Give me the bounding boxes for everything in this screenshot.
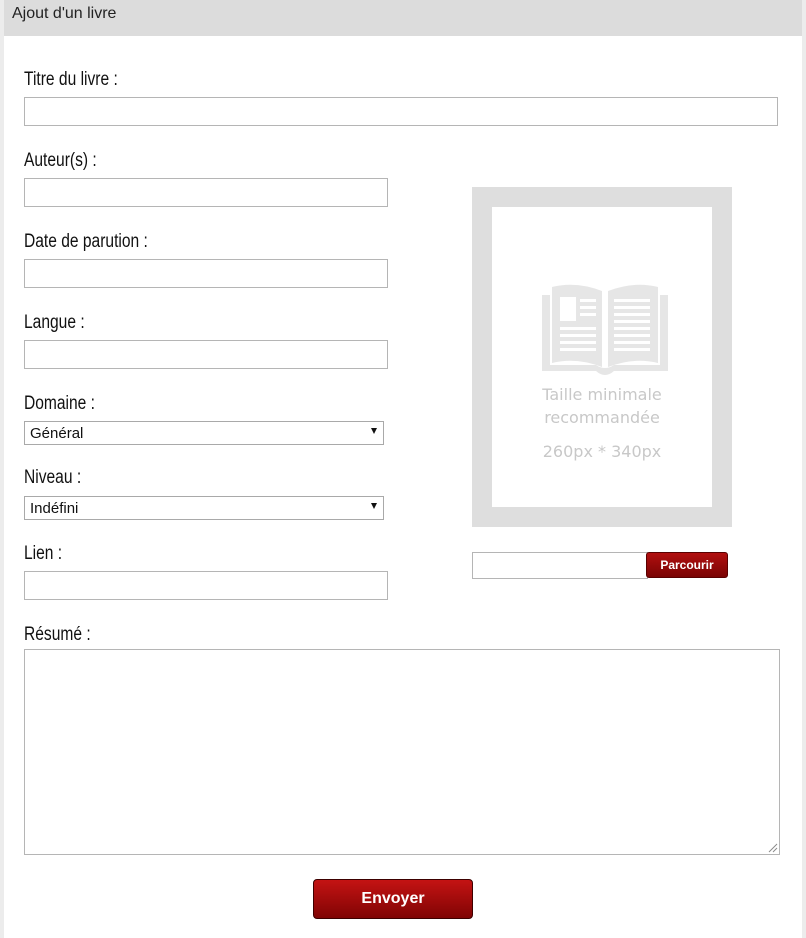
title-label: Titre du livre : — [24, 69, 118, 90]
panel-title: Ajout d'un livre — [12, 5, 117, 22]
cover-hint-line1: Taille minimale — [542, 385, 662, 404]
open-book-icon — [542, 284, 668, 375]
publication-date-input[interactable] — [24, 259, 388, 288]
dropdown-arrow-icon — [371, 503, 377, 509]
title-input[interactable] — [24, 97, 778, 126]
publication-date-label: Date de parution : — [24, 231, 148, 252]
domain-label: Domaine : — [24, 393, 96, 414]
cover-hint-size: 260px * 340px — [542, 442, 662, 461]
panel-header: Ajout d'un livre — [4, 0, 802, 36]
add-book-panel: Ajout d'un livre Titre du livre : Auteur… — [4, 0, 802, 938]
authors-label: Auteur(s) : — [24, 150, 97, 171]
browse-button[interactable]: Parcourir — [646, 552, 728, 578]
cover-image-placeholder: Taille minimale recommandée 260px * 340p… — [472, 187, 732, 527]
language-input[interactable] — [24, 340, 388, 369]
resize-grip-icon[interactable] — [768, 843, 778, 853]
level-select-value: Indéfini — [30, 500, 79, 517]
level-label: Niveau : — [24, 467, 82, 488]
dropdown-arrow-icon — [371, 428, 377, 434]
domain-select-value: Général — [30, 425, 84, 442]
authors-input[interactable] — [24, 178, 388, 207]
link-label: Lien : — [24, 543, 63, 564]
submit-button[interactable]: Envoyer — [313, 879, 473, 919]
cover-hint-line2: recommandée — [544, 408, 660, 427]
link-input[interactable] — [24, 571, 388, 600]
summary-label: Résumé : — [24, 624, 91, 645]
level-select[interactable]: Indéfini — [24, 496, 384, 520]
language-label: Langue : — [24, 312, 85, 333]
cover-file-input[interactable] — [472, 552, 648, 579]
cover-image-inner: Taille minimale recommandée 260px * 340p… — [492, 207, 712, 507]
domain-select[interactable]: Général — [24, 421, 384, 445]
summary-textarea[interactable] — [24, 649, 780, 855]
